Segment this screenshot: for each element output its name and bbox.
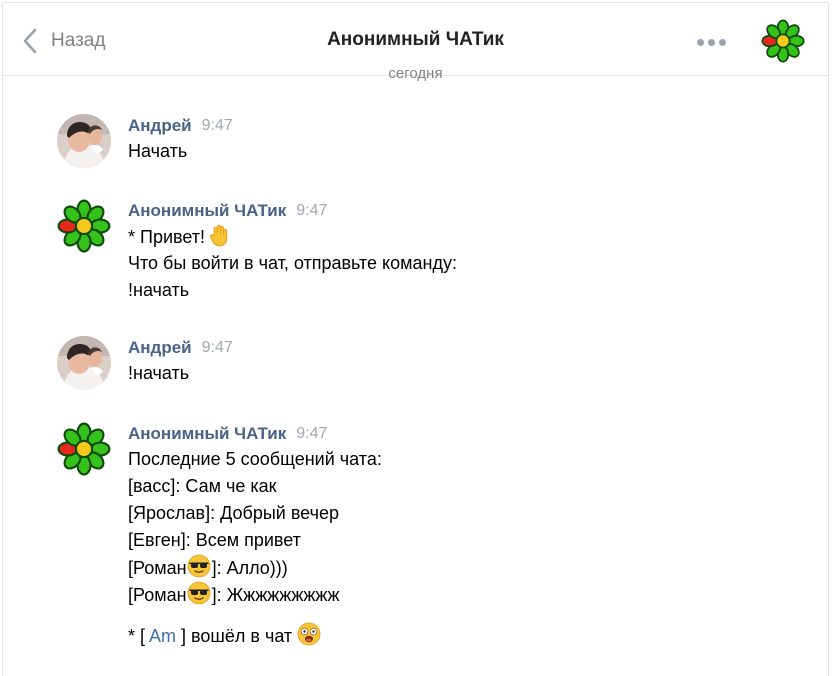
chat-user-name: [Роман (128, 585, 187, 605)
chat-user-text: ]: Жжжжжжжжж (211, 585, 340, 605)
icq-flower-icon[interactable] (761, 19, 805, 63)
message-text: [Ярослав]: Добрый вечер (128, 503, 339, 523)
message-text: Начать (128, 141, 188, 161)
avatar[interactable] (57, 114, 111, 168)
message-text: Последние 5 сообщений чата: (128, 449, 382, 469)
message-time: 9:47 (296, 425, 328, 442)
chat-user-name: [Роман (128, 558, 187, 578)
message-time: 9:47 (296, 202, 328, 219)
message-time: 9:47 (201, 339, 233, 356)
dot-icon (719, 38, 726, 46)
message-text: Что бы войти в чат, отправьте команду: (128, 253, 457, 273)
message-author[interactable]: Анонимный ЧАТик (128, 424, 286, 444)
message-text: * Привет! (128, 223, 808, 250)
message-text: [Евген]: Всем привет (128, 530, 301, 550)
message-text: [васс]: Сам че как (128, 476, 277, 496)
chat-user-text: ]: Алло))) (211, 558, 288, 578)
dot-icon (697, 38, 704, 46)
chat-window: Назад Анонимный ЧАТик сегодня Андрей 9:4… (2, 2, 829, 676)
raised-hand-emoji-icon (208, 223, 232, 247)
astonished-emoji-icon (297, 622, 321, 646)
avatar[interactable] (57, 336, 111, 390)
icq-flower-icon[interactable] (57, 422, 111, 476)
sunglasses-emoji-icon (187, 581, 211, 605)
dot-icon (708, 38, 715, 46)
message-author[interactable]: Андрей (128, 116, 192, 136)
message-author[interactable]: Андрей (128, 338, 192, 358)
message-author[interactable]: Анонимный ЧАТик (128, 201, 286, 221)
message-time: 9:47 (201, 117, 233, 134)
more-options-button[interactable] (697, 37, 731, 47)
greeting-text: * Привет! (128, 227, 206, 247)
message-feed[interactable]: Андрей 9:47 Начать Анонимный ЧАТик 9:47 … (3, 78, 828, 676)
message-text: [Роман ]: Жжжжжжжжж (128, 581, 808, 608)
message-text: !начать (128, 280, 190, 300)
join-notice: * [ Am ] вошёл в чат (128, 622, 808, 649)
join-notice-prefix: * [ (128, 626, 146, 646)
icq-flower-icon[interactable] (57, 199, 111, 253)
message-text: !начать (128, 363, 190, 383)
joined-user-link[interactable]: Am (149, 626, 176, 646)
message-text: [Роман ]: Алло))) (128, 554, 808, 581)
join-notice-suffix: ] вошёл в чат (181, 626, 293, 646)
sunglasses-emoji-icon (187, 554, 211, 578)
